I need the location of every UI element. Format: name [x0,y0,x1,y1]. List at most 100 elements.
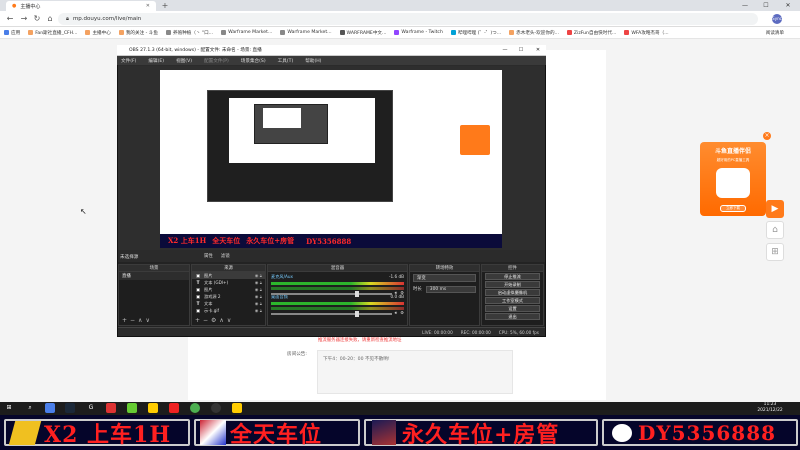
gear-icon[interactable]: ⚙ [400,310,404,315]
bookmark-item[interactable]: 赤木老头-欢迎你的... [509,30,559,36]
duration-input[interactable]: 300 ms [425,286,476,293]
bookmark-icon [4,30,9,35]
banner-box-2: 全天车位 [194,419,360,448]
bookmark-item[interactable]: Warframe Market... [221,30,272,35]
properties-button[interactable]: 属性 [204,253,213,259]
source-item[interactable]: T 文本 (GDI+) ◉ 🔒︎ [192,279,265,286]
source-add-remove-icons[interactable]: +−⚙∧∨ [195,317,234,324]
bottom-banner: X2 上车1H 全天车位 永久车位+房管 DY5356888 [0,415,800,450]
app-icon[interactable] [232,403,242,413]
banner-text-3: 永久车位+房管 [402,421,560,448]
gift-side-icon[interactable]: ⊞ [766,243,784,261]
obs-minimize-icon[interactable]: — [497,45,513,56]
source-item[interactable]: ▣ 图片 ◉ 🔒︎ [192,272,265,279]
menu-tools[interactable]: 工具(T) [278,58,294,64]
visibility-eye-icon[interactable]: ◉ 🔒︎ [255,273,262,278]
reading-list[interactable]: 阅读清单 [766,30,784,36]
studio-mode-button[interactable]: 工作室模式 [485,297,540,304]
visibility-eye-icon[interactable]: ◉ 🔒︎ [255,287,262,292]
ad-close-icon[interactable]: × [763,132,771,140]
visibility-eye-icon[interactable]: ◉ 🔒︎ [255,280,262,285]
obs-maximize-icon[interactable]: ☐ [513,45,529,56]
channel-name: 麦克风/Aux [271,274,293,279]
forward-icon[interactable]: → [18,13,30,25]
home-side-icon[interactable]: ⌂ [766,221,784,239]
menu-view[interactable]: 视图(V) [176,58,192,64]
mouse-cursor-icon: ↖ [80,207,87,216]
transition-select[interactable]: 渐变 [413,274,476,282]
scene-item[interactable]: 直播 [119,272,189,280]
source-item[interactable]: ▣ 示卡.gif ◉ 🔒︎ [192,307,265,314]
bookmark-item[interactable]: ZizFun自由快时代... [566,30,616,36]
ad-download-button[interactable]: 立即下载 [720,205,746,212]
obs-icon[interactable] [211,403,221,413]
settings-button[interactable]: 设置 [485,305,540,312]
visibility-eye-icon[interactable]: ◉ 🔒︎ [255,294,262,299]
app-icon[interactable] [169,403,179,413]
source-item[interactable]: T 文本 ◉ 🔒︎ [192,300,265,307]
volume-slider[interactable] [271,310,392,317]
home-icon[interactable]: ⌂ [44,13,56,25]
bookmark-item[interactable]: 哔哩哔哩 (゜-゜)つ... [450,30,501,36]
bookmark-item[interactable]: Fan斯社直播_CFH... [28,30,77,36]
maximize-icon[interactable]: ☐ [756,0,776,11]
back-icon[interactable]: ← [4,13,16,25]
scene-add-remove-icons[interactable]: +−∧∨ [122,317,153,324]
visibility-eye-icon[interactable]: ◉ 🔒︎ [255,301,262,306]
bookmark-item[interactable]: Warframe - Twitch [394,30,443,35]
source-item[interactable]: ▣ 图片 ◉ 🔒︎ [192,286,265,293]
tab-title: 主播中心 [20,3,41,10]
canvas-banner-text-2: 全天车位 [212,236,241,245]
system-clock[interactable]: 11:23 2021/12/22 [750,402,790,414]
notice-textarea[interactable]: 下午4：00-20：00 不见不散哟! [317,350,513,394]
controls-panel: 控件 停止推流 开始录制 启动虚拟摄像机 工作室模式 设置 退出 [481,264,544,326]
reload-icon[interactable]: ↻ [31,13,43,25]
url-input[interactable]: 🔒︎ mp.douyu.com/live/main [58,13,758,25]
filters-button[interactable]: 滤镜 [221,253,230,259]
search-icon[interactable]: ⌕ [25,403,35,413]
menu-edit[interactable]: 编辑(E) [148,58,164,64]
menu-scene-collection[interactable]: 场景集合(S) [241,58,266,64]
bookmark-item[interactable]: 养殖种植（丶 "口... [165,30,213,36]
obs-close-icon[interactable]: ✕ [530,45,546,56]
app-icon[interactable] [127,403,137,413]
bookmark-icon [221,30,227,35]
file-explorer-icon[interactable] [45,403,55,413]
menu-help[interactable]: 帮助(H) [305,58,321,64]
menu-profile[interactable]: 配置文件(P) [204,58,229,64]
banner-box-4: DY5356888 [602,419,798,446]
windows-start-icon[interactable]: ⊞ [4,403,14,413]
tab-close-icon[interactable]: ✕ [146,3,150,9]
start-recording-button[interactable]: 开始录制 [485,281,540,288]
new-tab-icon[interactable]: + [160,1,170,11]
volume-slider[interactable] [271,290,392,297]
app-icon[interactable]: G [86,403,96,413]
speaker-icon[interactable]: 🔊︎ [395,310,398,315]
text-source-icon: T [196,280,200,285]
stop-streaming-button[interactable]: 停止推流 [485,273,540,280]
profile-avatar[interactable]: Sync [772,14,782,24]
source-item[interactable]: ▣ 游戏源 2 ◉ 🔒︎ [192,293,265,300]
transitions-header: 转场特效 [410,265,479,272]
chrome-icon[interactable] [190,403,200,413]
steam-icon[interactable] [65,403,75,413]
app-icon[interactable] [148,403,158,413]
text-source-icon: T [196,301,200,306]
app-icon[interactable] [106,403,116,413]
bookmark-item[interactable]: 我的关注 - 斗鱼 [118,30,158,36]
menu-file[interactable]: 文件(F) [121,58,136,64]
bookmark-item[interactable]: 应用 [4,30,20,36]
bookmark-item[interactable]: WARFRAME中文... [339,30,386,36]
virtual-camera-button[interactable]: 启动虚拟摄像机 [485,289,540,296]
bookmark-item[interactable]: WFA攻略杰哥（... [624,30,669,36]
exit-button[interactable]: 退出 [485,313,540,320]
visibility-eye-icon[interactable]: ◉ 🔒︎ [255,308,262,313]
bookmark-item[interactable]: Warframe Market... [280,30,332,35]
play-icon[interactable]: ▶ [766,200,784,218]
browser-tab[interactable]: ● 主播中心 ✕ [6,1,156,11]
bookmark-icon [280,30,286,35]
bookmark-item[interactable]: 主播中心 [85,30,111,36]
close-window-icon[interactable]: ✕ [778,0,798,11]
minimize-icon[interactable]: — [735,0,755,11]
audio-meter [271,302,404,305]
